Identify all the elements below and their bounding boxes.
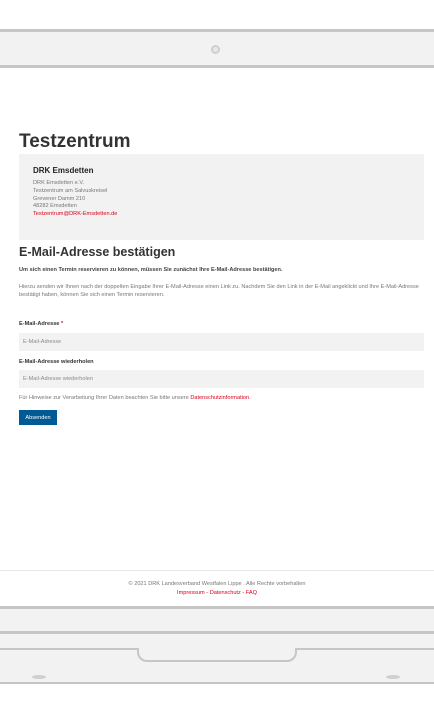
address-line: DRK Emsdetten e.V. <box>33 180 85 186</box>
bezel-edge <box>0 65 434 68</box>
copyright-text: © 2021 DRK Landesverband Westfalen Lippe… <box>128 581 306 587</box>
page-title: Testzentrum <box>19 131 131 152</box>
privacy-hint-text: Für Hinweise zur Verarbeitung Ihrer Date… <box>19 395 191 401</box>
trackpad-notch <box>137 648 297 662</box>
repeat-email-input[interactable] <box>19 370 424 388</box>
location-name: DRK Emsdetten <box>33 166 94 175</box>
camera-icon <box>211 45 220 54</box>
device-base-edge <box>0 682 434 684</box>
device-frame-top <box>0 0 434 95</box>
datenschutz-link[interactable]: Datenschutz <box>210 590 241 596</box>
privacy-hint: Für Hinweise zur Verarbeitung Ihrer Date… <box>19 395 251 401</box>
submit-button[interactable]: Absenden <box>19 410 57 425</box>
email-link[interactable]: Testzentrum@DRK-Emsdetten.de <box>33 211 410 219</box>
email-label-text: E-Mail-Adresse <box>19 321 60 327</box>
lead-text: Um sich einen Termin reservieren zu könn… <box>19 267 283 273</box>
faq-link[interactable]: FAQ <box>246 590 257 596</box>
location-info-box: DRK Emsdetten DRK Emsdetten e.V. Testzen… <box>19 154 424 240</box>
address-line: Grevener Damm 210 <box>33 195 86 202</box>
device-foot <box>32 675 46 679</box>
section-title: E-Mail-Adresse bestätigen <box>19 245 176 259</box>
repeat-email-label: E-Mail-Adresse wiederholen <box>19 359 94 365</box>
required-marker: * <box>60 321 64 327</box>
footer-links: Impressum - Datenschutz - FAQ <box>0 590 434 596</box>
privacy-hint-suffix: . <box>249 395 251 401</box>
device-base <box>0 634 434 648</box>
device-foot <box>386 675 400 679</box>
address-line: Testzentrum am Salvuskreisel <box>33 187 108 194</box>
info-paragraph: Hierzu senden wir Ihnen nach der doppelt… <box>19 284 419 298</box>
privacy-link[interactable]: Datenschutzinformation <box>190 395 249 401</box>
device-base <box>0 609 434 631</box>
email-label: E-Mail-Adresse * <box>19 321 63 327</box>
footer-divider <box>0 570 434 571</box>
address-line: 48282 Emsdetten <box>33 203 77 210</box>
impressum-link[interactable]: Impressum <box>177 590 205 596</box>
email-input[interactable] <box>19 333 424 351</box>
